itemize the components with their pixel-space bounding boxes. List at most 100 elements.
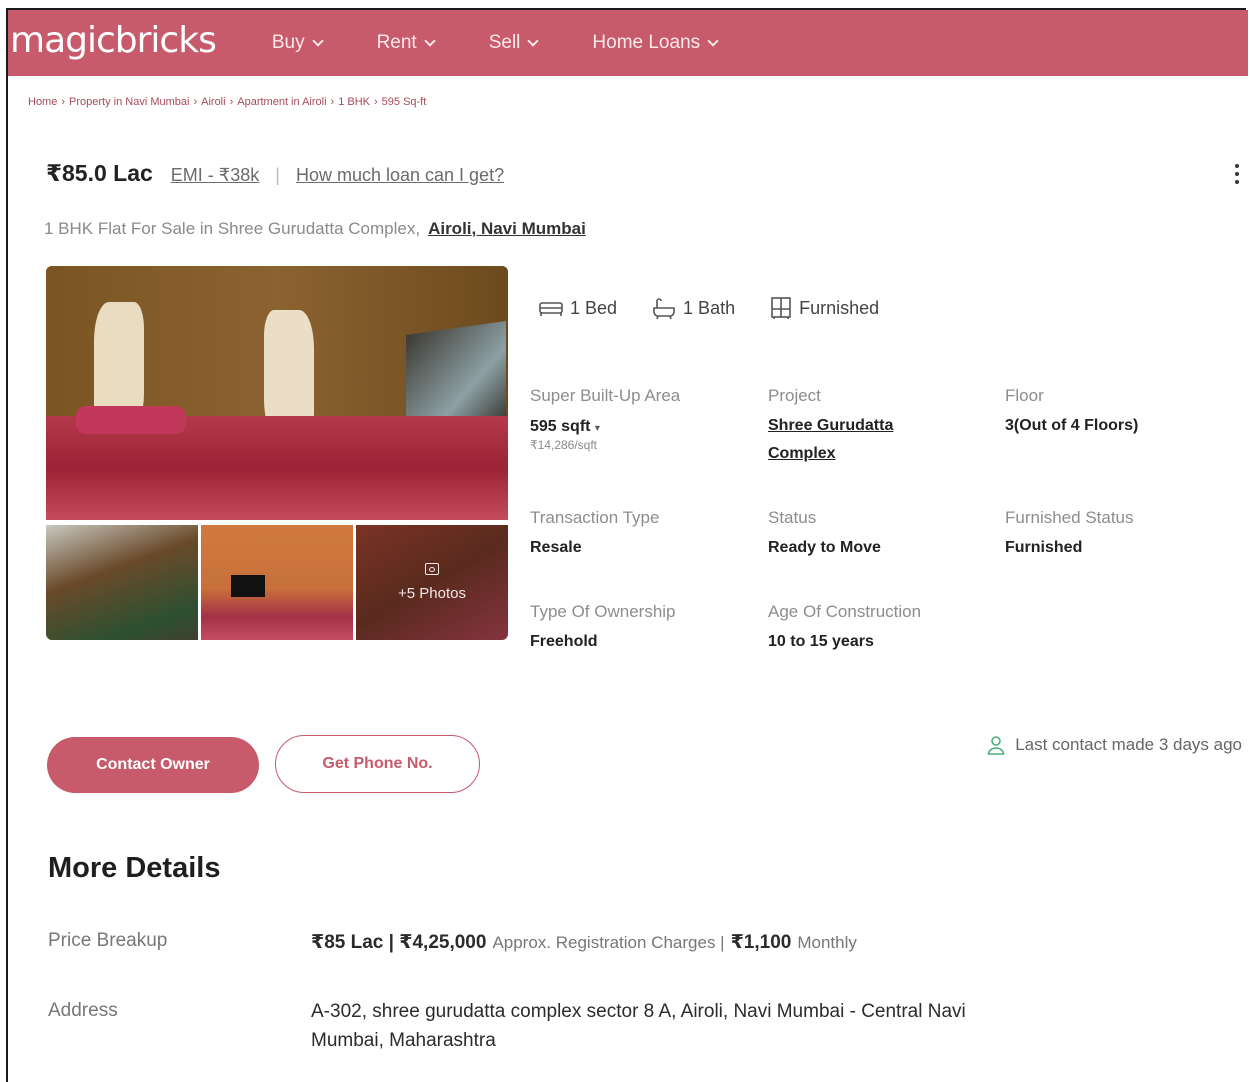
main-photo[interactable] [46, 266, 508, 520]
nav-sell[interactable]: Sell [488, 32, 540, 54]
bed-icon [539, 302, 563, 316]
price-row: ₹85.0 Lac EMI - ₹38k | How much loan can… [46, 160, 504, 187]
price-breakup-base: ₹85 Lac | [311, 932, 394, 953]
more-photos-label: +5 Photos [398, 585, 466, 602]
spec-project: Project Shree Gurudatta Complex [768, 386, 893, 468]
nav-rent[interactable]: Rent [376, 32, 436, 54]
location-link[interactable]: Airoli, Navi Mumbai [428, 219, 586, 238]
address-line-2: Mumbai, Maharashtra [311, 1030, 496, 1051]
breadcrumb-separator: › [373, 96, 378, 108]
spec-transaction-label: Transaction Type [530, 508, 660, 527]
breadcrumb-separator: › [229, 96, 234, 108]
spec-ownership: Type Of Ownership Freehold [530, 602, 676, 656]
furnishing-label: Furnished [799, 297, 880, 318]
breadcrumb-city[interactable]: Property in Navi Mumbai [69, 96, 189, 108]
spec-project-line-2: Complex [768, 445, 836, 462]
spec-area-value-text: 595 sqft [530, 418, 591, 435]
bed-amenity: 1 Bed [538, 297, 617, 319]
spec-furnished-status-value: Furnished [1005, 539, 1083, 556]
breadcrumb: Home › Property in Navi Mumbai › Airoli › A… [28, 96, 426, 108]
more-options-icon[interactable] [1232, 160, 1242, 188]
user-icon [987, 736, 1005, 755]
price-breakup-value: ₹85 Lac | ₹4,25,000 Approx. Registration … [311, 928, 863, 957]
spec-floor-label: Floor [1005, 386, 1044, 405]
photo-pillow [76, 406, 186, 434]
spec-status-value: Ready to Move [768, 539, 881, 556]
breadcrumb-type[interactable]: Apartment in Airoli [237, 96, 326, 108]
breadcrumb-separator: › [61, 96, 66, 108]
address-line-1: A-302, shree gurudatta complex sector 8 … [311, 1001, 966, 1022]
bathtub-icon [653, 298, 675, 320]
nav-rent-label: Rent [376, 32, 417, 53]
chevron-down-icon [424, 34, 436, 47]
spec-area-label: Super Built-Up Area [530, 386, 681, 405]
spec-project-line-1: Shree Gurudatta [768, 417, 894, 434]
breadcrumb-area: 595 Sq-ft [381, 96, 427, 108]
spec-project-link[interactable]: Shree Gurudatta Complex [768, 412, 893, 468]
chevron-down-icon [707, 34, 719, 47]
furnishing-amenity: Furnished [769, 296, 879, 320]
thumbnail-strip: +5 Photos [46, 525, 508, 640]
photo-icon [425, 563, 439, 575]
photo-tv [231, 575, 265, 597]
emi-link[interactable]: EMI - ₹38k [171, 165, 259, 186]
listing-title-text: 1 BHK Flat For Sale in Shree Gurudatta C… [44, 219, 421, 238]
nav-buy[interactable]: Buy [271, 32, 324, 54]
spec-transaction: Transaction Type Resale [530, 508, 659, 562]
last-contact-info: Last contact made 3 days ago [987, 735, 1242, 755]
amenities-row: 1 Bed 1 Bath Furnished [538, 296, 913, 320]
loan-eligibility-link[interactable]: How much loan can I get? [296, 165, 504, 186]
breadcrumb-separator: › [193, 96, 198, 108]
caret-down-icon: ▾ [594, 423, 600, 434]
spec-transaction-value: Resale [530, 539, 582, 556]
more-photos-thumbnail[interactable]: +5 Photos [356, 525, 508, 640]
nav-sell-label: Sell [488, 32, 521, 53]
breadcrumb-bhk[interactable]: 1 BHK [338, 96, 370, 108]
chevron-down-icon [311, 34, 324, 47]
magicbricks-logo[interactable]: magicbricks [10, 20, 217, 61]
top-header: magicbricks Buy Rent Sell Home Loans [8, 10, 1248, 76]
thumbnail-1[interactable] [46, 525, 198, 640]
price-breakup-monthly-note: Monthly [797, 933, 857, 952]
price-breakup-registration: ₹4,25,000 [399, 932, 487, 953]
address-label: Address [48, 1000, 118, 1021]
more-details-title: More Details [48, 852, 221, 884]
last-contact-text: Last contact made 3 days ago [1015, 735, 1242, 754]
spec-status-label: Status [768, 508, 817, 527]
price-breakup-registration-note: Approx. Registration Charges | [492, 933, 725, 952]
address-value: A-302, shree gurudatta complex sector 8 … [311, 997, 1191, 1055]
spec-age-label: Age Of Construction [768, 602, 922, 621]
spec-status: Status Ready to Move [768, 508, 881, 562]
nav-home-loans[interactable]: Home Loans [592, 32, 719, 54]
chevron-down-icon [527, 34, 540, 47]
spec-furnished-status-label: Furnished Status [1005, 508, 1134, 527]
spec-age-value: 10 to 15 years [768, 633, 874, 650]
breadcrumb-home[interactable]: Home [28, 96, 57, 108]
listing-title: 1 BHK Flat For Sale in Shree Gurudatta C… [44, 219, 586, 239]
price-breakup-monthly: ₹1,100 [730, 932, 792, 953]
get-phone-button[interactable]: Get Phone No. [275, 735, 480, 793]
contact-owner-button[interactable]: Contact Owner [47, 737, 259, 793]
thumbnail-2[interactable] [201, 525, 353, 640]
listing-price: ₹85.0 Lac [46, 160, 153, 186]
breadcrumb-separator: › [330, 96, 335, 108]
nav-buy-label: Buy [271, 32, 305, 53]
spec-furnished-status: Furnished Status Furnished [1005, 508, 1134, 562]
nav-home-loans-label: Home Loans [592, 32, 701, 53]
price-breakup-label: Price Breakup [48, 930, 168, 951]
spec-age: Age Of Construction 10 to 15 years [768, 602, 921, 656]
spec-project-label: Project [768, 386, 821, 405]
spec-ownership-value: Freehold [530, 633, 598, 650]
photo-gallery: +5 Photos [46, 266, 508, 640]
breadcrumb-locality[interactable]: Airoli [201, 96, 225, 108]
spec-area-rate: ₹14,286/sqft [530, 438, 598, 452]
bath-count: 1 Bath [683, 297, 736, 318]
spec-floor-value: 3(Out of 4 Floors) [1005, 417, 1139, 434]
spec-area-value[interactable]: 595 sqft ▾ [530, 416, 680, 440]
divider: | [275, 165, 280, 185]
bath-amenity: 1 Bath [651, 296, 735, 320]
main-nav: Buy Rent Sell Home Loans [272, 32, 772, 54]
bed-count: 1 Bed [570, 297, 618, 318]
wardrobe-icon [771, 297, 791, 319]
spec-ownership-label: Type Of Ownership [530, 602, 676, 621]
